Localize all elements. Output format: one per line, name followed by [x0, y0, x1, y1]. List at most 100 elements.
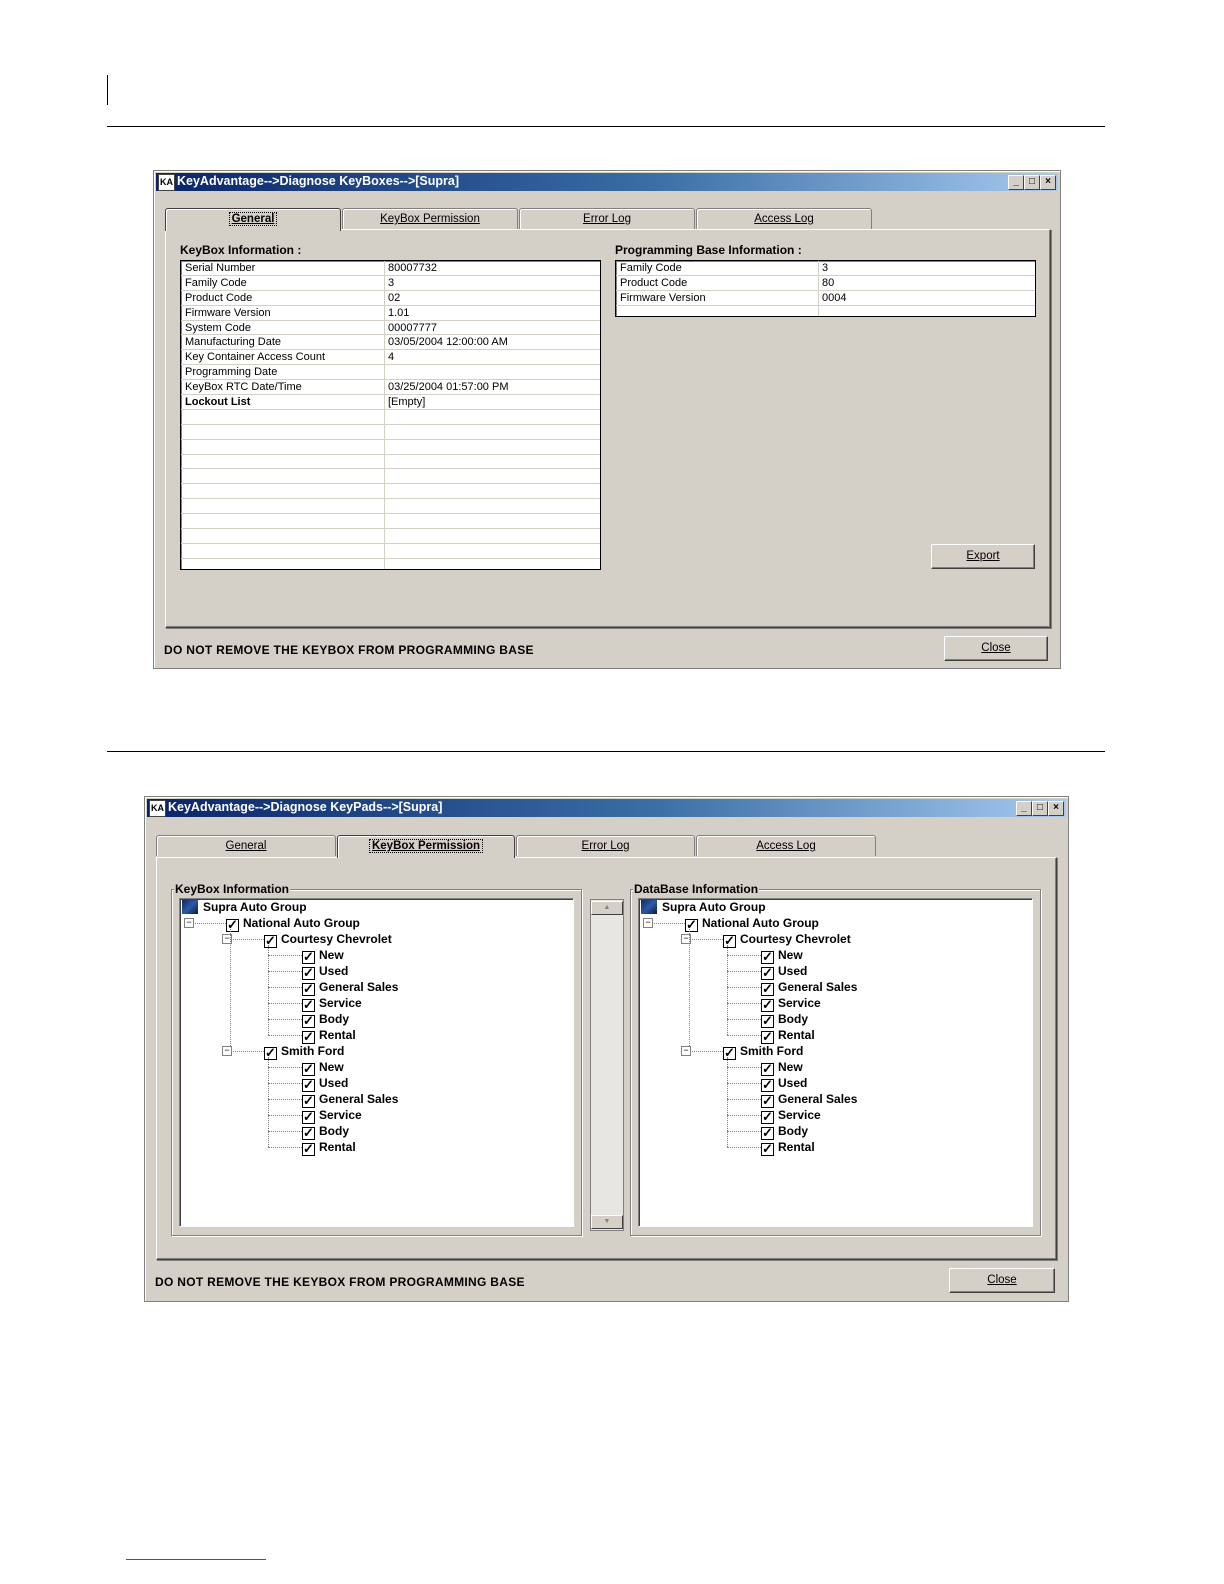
- table-row[interactable]: Family Code 3: [616, 261, 1035, 276]
- tab-access-log[interactable]: Access Log: [696, 835, 876, 856]
- tree-node-department[interactable]: ✓ New: [761, 947, 803, 964]
- tree-node-department[interactable]: ✓ General Sales: [302, 979, 398, 996]
- row-label: Family Code: [620, 262, 682, 274]
- table-row[interactable]: Firmware Version 1.01: [181, 305, 600, 321]
- tab-keybox-permission[interactable]: KeyBox Permission: [342, 208, 518, 229]
- checkbox-checked-icon[interactable]: ✓: [723, 1046, 736, 1060]
- tree-node-department[interactable]: ✓ General Sales: [302, 1091, 398, 1108]
- tree-node-group[interactable]: ✓ National Auto Group: [685, 915, 819, 932]
- tree-node-department[interactable]: ✓ New: [302, 947, 344, 964]
- minimize-icon[interactable]: _: [1016, 801, 1032, 816]
- tree-node-department[interactable]: ✓ Used: [302, 963, 348, 980]
- table-row[interactable]: [616, 305, 1035, 316]
- checkbox-checked-icon[interactable]: ✓: [264, 1046, 277, 1060]
- table-row[interactable]: Product Code 02: [181, 290, 600, 306]
- tree-node-department[interactable]: ✓ Body: [761, 1123, 808, 1140]
- tab-error-log[interactable]: Error Log: [516, 835, 695, 856]
- title-bar[interactable]: KA KeyAdvantage-->Diagnose KeyPads-->[Su…: [147, 799, 1066, 817]
- table-row[interactable]: [181, 469, 600, 485]
- collapse-icon[interactable]: −: [222, 1046, 232, 1056]
- collapse-icon[interactable]: −: [681, 1046, 691, 1056]
- checkbox-checked-icon[interactable]: ✓: [302, 1142, 315, 1156]
- close-icon[interactable]: ×: [1040, 175, 1056, 190]
- table-row[interactable]: [181, 499, 600, 515]
- tree-node-department[interactable]: ✓ Service: [761, 995, 821, 1012]
- table-row[interactable]: Programming Date: [181, 365, 600, 381]
- tree-node-department[interactable]: ✓ Rental: [761, 1027, 815, 1044]
- checkbox-checked-icon[interactable]: ✓: [723, 934, 736, 948]
- tree-node-department[interactable]: ✓ General Sales: [761, 979, 857, 996]
- table-row[interactable]: KeyBox RTC Date/Time 03/25/2004 01:57:00 …: [181, 380, 600, 396]
- tree-node-dealer[interactable]: ✓ Courtesy Chevrolet: [264, 931, 392, 948]
- tree-node-department[interactable]: ✓ Body: [302, 1123, 349, 1140]
- table-row[interactable]: [181, 484, 600, 500]
- tree-node-department[interactable]: ✓ Body: [302, 1011, 349, 1028]
- tree-node-department[interactable]: ✓ Used: [761, 963, 807, 980]
- export-button[interactable]: Export: [931, 544, 1035, 569]
- tree-node-dealer[interactable]: ✓ Smith Ford: [264, 1043, 344, 1060]
- status-message: DO NOT REMOVE THE KEYBOX FROM PROGRAMMIN…: [164, 643, 534, 657]
- tree-node-department[interactable]: ✓ Rental: [761, 1139, 815, 1156]
- tree-node-department[interactable]: ✓ Rental: [302, 1027, 356, 1044]
- tab-general[interactable]: General: [165, 208, 341, 231]
- table-row[interactable]: [181, 529, 600, 544]
- tree-node-group[interactable]: ✓ National Auto Group: [226, 915, 360, 932]
- checkbox-checked-icon[interactable]: ✓: [264, 934, 277, 948]
- checkbox-checked-icon[interactable]: ✓: [761, 1142, 774, 1156]
- checkbox-checked-icon[interactable]: ✓: [685, 918, 698, 932]
- minimize-icon[interactable]: _: [1008, 175, 1024, 190]
- table-row[interactable]: Family Code 3: [181, 275, 600, 291]
- tab-error-log[interactable]: Error Log: [519, 208, 695, 229]
- table-row[interactable]: Manufacturing Date 03/05/2004 12:00:00 AM: [181, 335, 600, 351]
- table-row[interactable]: [181, 558, 600, 569]
- keybox-info-group-title: KeyBox Information: [174, 882, 291, 896]
- table-row[interactable]: Firmware Version 0004: [616, 290, 1035, 306]
- row-label: Firmware Version: [620, 291, 706, 304]
- maximize-icon[interactable]: □: [1032, 801, 1048, 816]
- tree-node-department[interactable]: ✓ Used: [761, 1075, 807, 1092]
- center-scrollbar[interactable]: ▲ ▼: [590, 899, 624, 1231]
- tree-node-dealer[interactable]: ✓ Smith Ford: [723, 1043, 803, 1060]
- tree-root[interactable]: Supra Auto Group: [182, 899, 307, 915]
- close-icon[interactable]: ×: [1048, 801, 1064, 816]
- table-row[interactable]: Lockout List [Empty]: [181, 395, 600, 410]
- tree-connector: [689, 1051, 723, 1052]
- programming-base-grid[interactable]: Family Code 3 Product Code 80 Firmware Versi…: [615, 260, 1036, 317]
- tree-node-department[interactable]: ✓ Service: [761, 1107, 821, 1124]
- collapse-icon[interactable]: −: [184, 918, 194, 928]
- table-row[interactable]: [181, 424, 600, 440]
- scroll-up-icon[interactable]: ▲: [591, 901, 623, 915]
- collapse-icon[interactable]: −: [643, 918, 653, 928]
- table-row[interactable]: Serial Number 80007732: [181, 261, 600, 276]
- tree-node-department[interactable]: ✓ Body: [761, 1011, 808, 1028]
- keybox-permission-tree[interactable]: Supra Auto Group − ✓ National Auto Group − ✓ C…: [179, 898, 574, 1227]
- tree-node-dealer[interactable]: ✓ Courtesy Chevrolet: [723, 931, 851, 948]
- tree-node-department[interactable]: ✓ Service: [302, 1107, 362, 1124]
- table-row[interactable]: Product Code 80: [616, 275, 1035, 291]
- tab-general[interactable]: General: [156, 835, 336, 856]
- tree-node-department[interactable]: ✓ Service: [302, 995, 362, 1012]
- table-row[interactable]: System Code 00007777: [181, 320, 600, 336]
- tree-node-department[interactable]: ✓ New: [302, 1059, 344, 1076]
- checkbox-checked-icon[interactable]: ✓: [226, 918, 239, 932]
- table-row[interactable]: [181, 514, 600, 530]
- tree-node-department[interactable]: ✓ General Sales: [761, 1091, 857, 1108]
- table-row[interactable]: [181, 454, 600, 470]
- close-button[interactable]: Close: [949, 1268, 1055, 1293]
- table-row[interactable]: [181, 409, 600, 425]
- tree-node-department[interactable]: ✓ Rental: [302, 1139, 356, 1156]
- tab-keybox-permission[interactable]: KeyBox Permission: [337, 835, 515, 858]
- tree-node-department[interactable]: ✓ New: [761, 1059, 803, 1076]
- tree-root[interactable]: Supra Auto Group: [641, 899, 766, 915]
- close-button[interactable]: Close: [944, 636, 1048, 661]
- table-row[interactable]: Key Container Access Count 4: [181, 350, 600, 366]
- database-permission-tree[interactable]: Supra Auto Group − ✓ National Auto Group − ✓ C…: [638, 898, 1033, 1227]
- scroll-down-icon[interactable]: ▼: [591, 1215, 623, 1229]
- keybox-info-grid[interactable]: Serial Number 80007732 Family Code 3 Product…: [180, 260, 601, 570]
- tree-node-department[interactable]: ✓ Used: [302, 1075, 348, 1092]
- table-row[interactable]: [181, 543, 600, 559]
- title-bar[interactable]: KA KeyAdvantage-->Diagnose KeyBoxes-->[S…: [156, 173, 1058, 191]
- tab-access-log[interactable]: Access Log: [696, 208, 872, 229]
- maximize-icon[interactable]: □: [1024, 175, 1040, 190]
- table-row[interactable]: [181, 439, 600, 455]
